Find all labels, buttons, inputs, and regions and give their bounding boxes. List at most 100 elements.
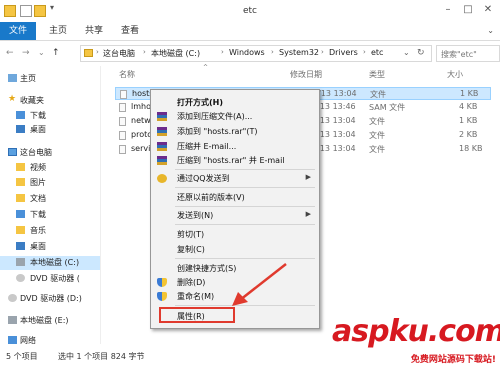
menu-item-add-to-archive[interactable]: 添加到压缩文件(A)... xyxy=(151,110,319,123)
dvd-drive-icon xyxy=(8,294,17,302)
sidebar-item-home[interactable]: 主页 xyxy=(0,72,100,86)
sidebar-item-this-pc[interactable]: 这台电脑 xyxy=(0,146,100,160)
breadcrumb[interactable]: etc xyxy=(371,48,383,57)
sidebar-item-documents[interactable]: 文档 xyxy=(0,192,100,206)
documents-folder-icon xyxy=(16,194,25,202)
menu-item-cut[interactable]: 剪切(T) xyxy=(151,228,319,241)
column-header-name[interactable]: 名称 xyxy=(119,69,135,80)
star-icon: ★ xyxy=(8,94,17,104)
desktop-folder-icon xyxy=(16,242,25,250)
file-icon xyxy=(119,145,126,154)
rar-icon xyxy=(157,156,167,165)
drive-icon xyxy=(16,258,25,266)
chevron-right-icon: › xyxy=(143,48,146,56)
title-bar: ▾ etc – □ ✕ xyxy=(0,0,500,22)
sidebar-item-local-disk-e[interactable]: 本地磁盘 (E:) xyxy=(0,314,100,328)
watermark-text: aspku.com xyxy=(332,314,500,349)
selection-info: 选中 1 个项目 824 字节 xyxy=(58,352,145,361)
rar-icon xyxy=(157,112,167,121)
forward-button[interactable]: → xyxy=(22,48,30,58)
sidebar-item-dvd-drive-d[interactable]: DVD 驱动器 (D:) xyxy=(0,292,100,306)
up-button[interactable]: ↑ xyxy=(52,48,60,58)
sidebar-item-desktop-pc[interactable]: 桌面 xyxy=(0,240,100,254)
chevron-right-icon: › xyxy=(96,48,99,56)
column-header-size[interactable]: 大小 xyxy=(447,69,463,80)
menu-item-compress-email[interactable]: 压缩并 E-mail... xyxy=(151,140,319,153)
file-icon xyxy=(119,103,126,112)
expand-ribbon-icon[interactable]: ⌄ xyxy=(487,26,494,35)
sidebar-item-dvd-drive[interactable]: DVD 驱动器 ( xyxy=(0,272,100,286)
tab-view[interactable]: 查看 xyxy=(116,22,144,40)
sort-up-icon: ^ xyxy=(203,64,209,71)
menu-separator xyxy=(175,206,315,207)
chevron-down-icon[interactable]: ⌄ xyxy=(403,48,410,57)
sidebar-item-downloads[interactable]: 下载 xyxy=(0,109,100,123)
shield-icon xyxy=(157,292,167,301)
sidebar-item-music[interactable]: 音乐 xyxy=(0,224,100,238)
ribbon-tabs: 文件 主页 共享 查看 ⌄ xyxy=(0,22,500,41)
chevron-right-icon: › xyxy=(221,48,224,56)
recent-locations-button[interactable]: ⌄ xyxy=(38,48,45,57)
address-bar[interactable]: › 这台电脑 › 本地磁盘 (C:) › Windows › System32 … xyxy=(80,45,432,62)
search-input[interactable]: 搜索"etc" xyxy=(436,45,500,62)
menu-item-add-to-hosts-rar[interactable]: 添加到 "hosts.rar"(T) xyxy=(151,125,319,138)
window-title: etc xyxy=(242,6,257,16)
menu-item-restore-versions[interactable]: 还原以前的版本(V) xyxy=(151,191,319,204)
rar-icon xyxy=(157,127,167,136)
sidebar-item-videos[interactable]: 视频 xyxy=(0,161,100,175)
sidebar-item-downloads-pc[interactable]: 下载 xyxy=(0,208,100,222)
highlight-box xyxy=(159,307,235,323)
back-button[interactable]: ← xyxy=(6,48,14,58)
sidebar-item-favorites[interactable]: ★ 收藏夹 xyxy=(0,94,100,108)
close-button[interactable]: ✕ xyxy=(480,3,496,17)
drive-icon xyxy=(8,316,17,324)
menu-item-compress-hosts-rar-email[interactable]: 压缩到 "hosts.rar" 并 E-mail xyxy=(151,154,319,167)
search-placeholder: 搜索"etc" xyxy=(441,50,477,59)
music-folder-icon xyxy=(16,226,25,234)
rar-icon xyxy=(157,142,167,151)
watermark-subtext: 免费网站源码下载站! xyxy=(410,355,496,365)
submenu-arrow-icon: ▶ xyxy=(305,173,311,181)
breadcrumb[interactable]: 这台电脑 xyxy=(103,48,135,59)
menu-item-send-via-qq[interactable]: 通过QQ发送到 ▶ xyxy=(151,172,319,185)
menu-item-copy[interactable]: 复制(C) xyxy=(151,243,319,256)
column-header-modified[interactable]: 修改日期 xyxy=(290,69,322,80)
file-icon xyxy=(119,117,126,126)
sidebar-item-local-disk-c[interactable]: 本地磁盘 (C:) xyxy=(0,256,100,270)
sidebar-item-pictures[interactable]: 图片 xyxy=(0,176,100,190)
tab-file[interactable]: 文件 xyxy=(0,22,36,40)
minimize-button[interactable]: – xyxy=(440,3,456,17)
video-folder-icon xyxy=(16,163,25,171)
red-arrow-icon xyxy=(232,263,287,306)
breadcrumb[interactable]: System32 xyxy=(279,48,319,57)
item-count: 5 个项目 xyxy=(6,352,38,361)
tab-share[interactable]: 共享 xyxy=(80,22,108,40)
column-header-type[interactable]: 类型 xyxy=(369,69,385,80)
chevron-right-icon: › xyxy=(271,48,274,56)
breadcrumb[interactable]: Drivers xyxy=(329,48,358,57)
refresh-icon[interactable]: ↻ xyxy=(417,48,425,58)
shield-icon xyxy=(157,278,167,287)
pictures-folder-icon xyxy=(16,178,25,186)
file-icon xyxy=(120,90,127,99)
watermark-logo: aspku.com 免费网站源码下载站! xyxy=(332,314,500,365)
home-icon xyxy=(8,74,17,82)
maximize-button[interactable]: □ xyxy=(460,3,476,17)
submenu-arrow-icon: ▶ xyxy=(305,210,311,218)
menu-item-open-with[interactable]: 打开方式(H) xyxy=(151,96,319,109)
dvd-drive-icon xyxy=(16,274,25,282)
sidebar-item-desktop[interactable]: 桌面 xyxy=(0,123,100,137)
navigation-pane: 主页 ★ 收藏夹 下载 桌面 这台电脑 视频 图片 文档 下载 音乐 桌面 本地… xyxy=(0,66,101,345)
desktop-folder-icon xyxy=(16,125,25,133)
tab-home[interactable]: 主页 xyxy=(44,22,72,40)
address-row: ← → ⌄ ↑ › 这台电脑 › 本地磁盘 (C:) › Windows › S… xyxy=(0,41,500,65)
menu-separator xyxy=(175,258,315,259)
menu-separator xyxy=(175,187,315,188)
download-folder-icon xyxy=(16,111,25,119)
menu-item-send-to[interactable]: 发送到(N) ▶ xyxy=(151,209,319,222)
folder-icon xyxy=(84,49,93,57)
menu-separator xyxy=(175,169,315,170)
breadcrumb[interactable]: Windows xyxy=(229,48,265,57)
qq-icon xyxy=(157,174,167,183)
breadcrumb[interactable]: 本地磁盘 (C:) xyxy=(151,48,200,59)
